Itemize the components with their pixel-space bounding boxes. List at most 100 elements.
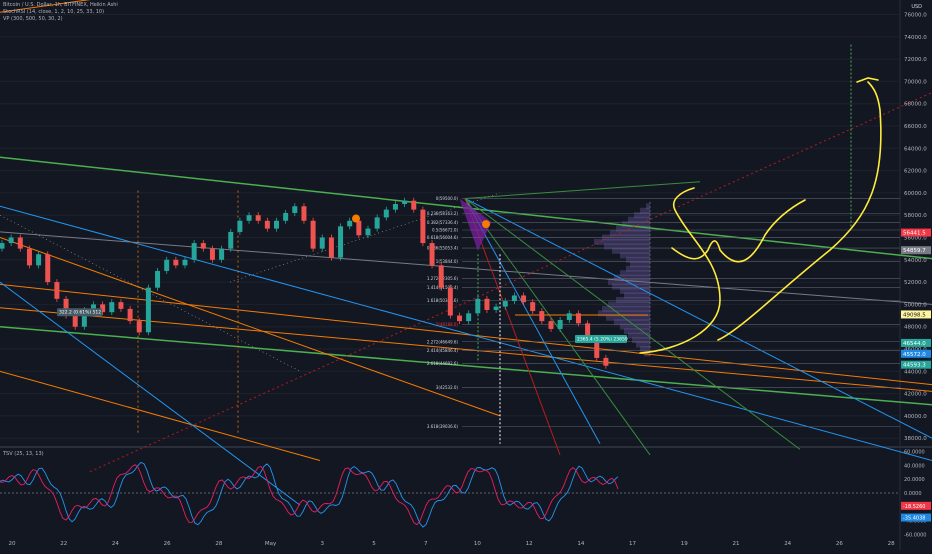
- candle-body: [164, 259, 170, 271]
- time-label-6: 3: [321, 541, 325, 547]
- indicator-stochrsi[interactable]: StochRSI (14, close, 1, 2, 10, 25, 33, 1…: [3, 9, 104, 15]
- candle-body: [36, 254, 42, 266]
- candle-body: [155, 270, 161, 288]
- candle-body: [466, 313, 472, 322]
- candle-body: [246, 215, 252, 221]
- time-label-13: 19: [681, 541, 688, 547]
- candle-body: [420, 209, 426, 244]
- candle-body: [319, 237, 325, 249]
- indicator-vp[interactable]: VP (300, 500, 50, 30, 2): [3, 16, 63, 22]
- candle-body: [530, 302, 536, 312]
- time-label-2: 24: [112, 541, 119, 547]
- fib-label-2.414: 2.414(45846.4): [427, 348, 459, 353]
- background: [0, 0, 932, 550]
- candle-body: [274, 220, 279, 229]
- candle-body: [292, 206, 298, 213]
- fib-label-2.272: 2.272(46649.6): [427, 339, 459, 344]
- measure-label-1: 2365.4 (5.20%) 23659: [577, 336, 628, 342]
- candle-body: [475, 298, 481, 314]
- fib-label-2: 2(48188.0): [436, 322, 459, 327]
- candle-body: [493, 306, 499, 310]
- time-label-7: 5: [372, 541, 376, 547]
- signal-marker-0: [352, 214, 360, 223]
- candle-body: [521, 295, 527, 303]
- price-tag-1: 54859.7: [903, 248, 926, 254]
- price-tag-2: 49098.5: [903, 312, 926, 318]
- candle-body: [17, 237, 23, 249]
- measure-label-0: 322.2 (0.61%) 512: [59, 310, 101, 316]
- candle-body: [502, 301, 508, 307]
- time-label-5: May: [265, 541, 277, 547]
- time-label-3: 26: [164, 541, 171, 547]
- candle-body: [548, 321, 554, 329]
- indicator-tsv[interactable]: TSV (25, 13, 13): [3, 451, 44, 457]
- candle-body: [566, 313, 572, 321]
- price-tick-72000: 72000.0: [904, 57, 927, 63]
- price-tag-5: 44593.3: [903, 363, 926, 369]
- price-tick-62000: 62000.0: [904, 169, 927, 175]
- osc-tick: 20.0000: [904, 477, 925, 483]
- price-tick-44000: 44000.0: [904, 369, 927, 375]
- candle-body: [109, 302, 115, 313]
- chart-canvas[interactable]: 0(59500.0) 0.236(58163.2) 0.382(57336.4) 0.…: [0, 0, 932, 550]
- candle-body: [402, 200, 408, 205]
- candle-body: [8, 237, 14, 244]
- fib-label-3: 3(42532.0): [436, 385, 459, 390]
- price-tag-4: 45572.0: [903, 352, 926, 358]
- price-tick-42000: 42000.0: [904, 392, 927, 398]
- fib-label-3.618: 3.618(39036.6): [427, 424, 459, 429]
- candle-body: [219, 248, 225, 260]
- candle-body: [191, 243, 197, 260]
- fib-label-1.618: 1.618(50348.6): [427, 298, 459, 303]
- price-tick-66000: 66000.0: [904, 124, 927, 130]
- price-tick-38000: 38000.0: [904, 436, 927, 442]
- price-tag-3: 46544.0: [903, 341, 926, 347]
- currency-label: USD: [911, 4, 922, 10]
- candle-body: [575, 313, 581, 324]
- grid: [0, 0, 932, 550]
- candle-body: [45, 254, 51, 283]
- time-label-8: 7: [424, 541, 428, 547]
- time-label-15: 24: [784, 541, 791, 547]
- price-tick-52000: 52000.0: [904, 280, 927, 286]
- fib-label-0: 0(59500.0): [436, 196, 459, 201]
- candle-body: [237, 220, 243, 232]
- time-label-16: 26: [836, 541, 843, 547]
- time-label-11: 14: [577, 541, 584, 547]
- candle-body: [0, 243, 5, 249]
- candle-body: [54, 282, 60, 299]
- candle-body: [438, 265, 444, 288]
- candle-body: [374, 217, 380, 229]
- osc-tick: 60.0000: [904, 449, 925, 455]
- price-tick-76000: 76000.0: [904, 12, 927, 18]
- time-label-10: 12: [526, 541, 533, 547]
- time-label-14: 21: [732, 541, 739, 547]
- time-label-0: 20: [9, 541, 16, 547]
- price-tick-48000: 48000.0: [904, 325, 927, 331]
- candle-body: [539, 311, 545, 322]
- candle-body: [118, 302, 124, 309]
- price-tick-60000: 60000.0: [904, 191, 927, 197]
- candle-body: [255, 215, 261, 221]
- fib-label-0.382: 0.382(57336.4): [427, 220, 459, 225]
- chart-title[interactable]: Bitcoin / U.S. Dollar, 1h, BITFINEX, Hei…: [3, 2, 118, 8]
- trading-chart[interactable]: 0(59500.0) 0.236(58163.2) 0.382(57336.4) 0.…: [0, 0, 932, 550]
- candle-body: [557, 320, 563, 329]
- time-label-17: 28: [888, 541, 895, 547]
- candle-body: [411, 200, 417, 210]
- time-label-12: 17: [629, 541, 636, 547]
- price-tick-74000: 74000.0: [904, 35, 927, 41]
- candle-body: [347, 220, 353, 227]
- candle-body: [301, 206, 307, 221]
- osc-tick: -60.0000: [904, 533, 926, 539]
- candle-body: [328, 237, 334, 258]
- osc-tick: 40.0000: [904, 463, 925, 469]
- osc-tag-1: -35.4038: [903, 516, 925, 522]
- price-tag-0: 56441.5: [903, 231, 926, 237]
- candle-body: [365, 228, 371, 236]
- candle-body: [511, 295, 517, 302]
- price-tick-64000: 64000.0: [904, 146, 927, 152]
- candle-body: [182, 259, 188, 266]
- candle-body: [310, 220, 316, 249]
- price-tick-40000: 40000.0: [904, 414, 927, 420]
